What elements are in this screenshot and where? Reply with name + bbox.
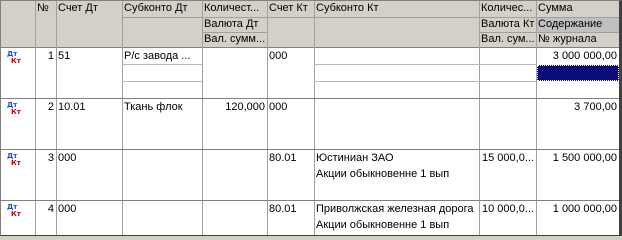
row-subkonto-kt-2[interactable]: Акции обыкновенне 1 вып	[314, 167, 479, 182]
dt-kt-icon: Дт Кт	[7, 203, 21, 218]
header-num[interactable]: №	[35, 1, 56, 47]
row-num: 3	[47, 152, 54, 164]
header-kolichestvo-kt[interactable]: Количес...	[479, 1, 536, 17]
header-subkonto-kt-blank	[314, 17, 479, 47]
row-subkonto-kt-2[interactable]: Акции обыкновенне 1 вып	[314, 218, 479, 233]
header-subkonto-dt-blank	[122, 17, 202, 47]
row-kolichestvo-dt[interactable]: 120,000	[202, 100, 267, 115]
row-summa[interactable]: 1 500 000,00	[536, 151, 619, 166]
header-soderzhanie[interactable]: Содержание	[536, 17, 619, 32]
journal-table[interactable]: № Счет Дт Субконто Дт Количест... Валюта…	[0, 0, 622, 236]
dt-kt-icon: Дт Кт	[7, 152, 21, 167]
header-val-summa-kt[interactable]: Вал. сум...	[479, 32, 536, 47]
header-valyuta-kt[interactable]: Валюта Кт	[479, 17, 536, 32]
row-schet-kt[interactable]: 000	[267, 100, 314, 115]
selected-cell-soderzhanie[interactable]	[537, 65, 619, 81]
row-schet-dt[interactable]: 51	[56, 49, 122, 64]
header-valyuta-dt[interactable]: Валюта Дт	[202, 17, 267, 32]
row-subkonto-kt[interactable]: Юстиниан ЗАО	[314, 151, 479, 166]
dt-kt-icon: Дт Кт	[7, 50, 21, 65]
row-schet-dt[interactable]: 000	[56, 202, 122, 217]
row-subkonto-kt[interactable]: Приволжская железная дорога	[314, 202, 479, 217]
row-subkonto-dt[interactable]: Р/с завода ...	[122, 49, 202, 64]
header-kolichestvo-dt[interactable]: Количест...	[202, 1, 267, 17]
header-val-summa-dt[interactable]: Вал. сумм...	[202, 32, 267, 47]
row-schet-dt[interactable]: 10.01	[56, 100, 122, 115]
header-icon-col	[1, 1, 35, 47]
row-num: 1	[47, 50, 54, 62]
row-kolichestvo-kt[interactable]: 15 000,0...	[479, 151, 536, 166]
dt-kt-icon: Дт Кт	[7, 101, 21, 116]
row-schet-kt[interactable]: 80.01	[267, 151, 314, 166]
header-nomer-zhurnala[interactable]: № журнала	[536, 32, 619, 47]
header-summa[interactable]: Сумма	[536, 1, 619, 17]
row-schet-kt[interactable]: 000	[267, 49, 314, 64]
header-schet-dt[interactable]: Счет Дт	[56, 1, 122, 47]
row-schet-kt[interactable]: 80.01	[267, 202, 314, 217]
header-subkonto-kt[interactable]: Субконто Кт	[314, 1, 479, 17]
header-subkonto-dt[interactable]: Субконто Дт	[122, 1, 202, 17]
row-summa[interactable]: 3 700,00	[536, 100, 619, 115]
header-schet-kt[interactable]: Счет Кт	[267, 1, 314, 47]
row-num: 4	[47, 203, 54, 215]
row-summa[interactable]: 3 000 000,00	[536, 49, 619, 64]
row-subkonto-dt[interactable]: Ткань флок	[122, 100, 202, 115]
row-num: 2	[47, 101, 54, 113]
row-schet-dt[interactable]: 000	[56, 151, 122, 166]
row-summa[interactable]: 1 000 000,00	[536, 202, 619, 217]
row-kolichestvo-kt[interactable]: 10 000,0...	[479, 202, 536, 217]
